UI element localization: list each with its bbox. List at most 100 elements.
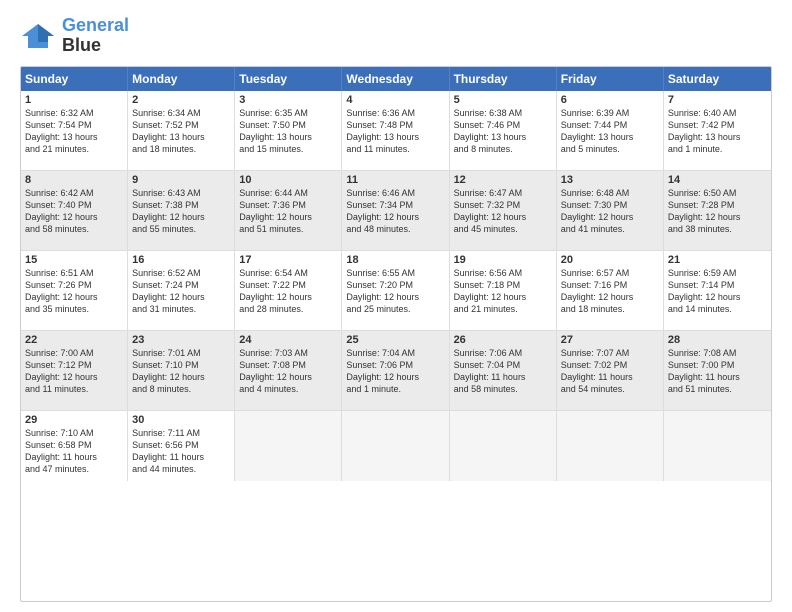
cal-cell-1-3: 3Sunrise: 6:35 AM Sunset: 7:50 PM Daylig… — [235, 91, 342, 170]
day-info: Sunrise: 6:56 AM Sunset: 7:18 PM Dayligh… — [454, 267, 552, 316]
cal-cell-5-2: 30Sunrise: 7:11 AM Sunset: 6:56 PM Dayli… — [128, 411, 235, 481]
day-info: Sunrise: 7:06 AM Sunset: 7:04 PM Dayligh… — [454, 347, 552, 396]
cal-cell-4-7: 28Sunrise: 7:08 AM Sunset: 7:00 PM Dayli… — [664, 331, 771, 410]
day-info: Sunrise: 6:47 AM Sunset: 7:32 PM Dayligh… — [454, 187, 552, 236]
cal-cell-2-4: 11Sunrise: 6:46 AM Sunset: 7:34 PM Dayli… — [342, 171, 449, 250]
cal-cell-1-7: 7Sunrise: 6:40 AM Sunset: 7:42 PM Daylig… — [664, 91, 771, 170]
cal-cell-1-4: 4Sunrise: 6:36 AM Sunset: 7:48 PM Daylig… — [342, 91, 449, 170]
calendar-row-1: 1Sunrise: 6:32 AM Sunset: 7:54 PM Daylig… — [21, 91, 771, 171]
day-info: Sunrise: 6:52 AM Sunset: 7:24 PM Dayligh… — [132, 267, 230, 316]
cal-cell-5-6 — [557, 411, 664, 481]
cal-cell-1-1: 1Sunrise: 6:32 AM Sunset: 7:54 PM Daylig… — [21, 91, 128, 170]
day-info: Sunrise: 6:54 AM Sunset: 7:22 PM Dayligh… — [239, 267, 337, 316]
day-number: 16 — [132, 254, 230, 266]
day-number: 30 — [132, 414, 230, 426]
cal-cell-3-2: 16Sunrise: 6:52 AM Sunset: 7:24 PM Dayli… — [128, 251, 235, 330]
cal-cell-2-5: 12Sunrise: 6:47 AM Sunset: 7:32 PM Dayli… — [450, 171, 557, 250]
cal-cell-5-3 — [235, 411, 342, 481]
day-number: 3 — [239, 94, 337, 106]
day-info: Sunrise: 6:51 AM Sunset: 7:26 PM Dayligh… — [25, 267, 123, 316]
day-number: 8 — [25, 174, 123, 186]
cal-cell-1-2: 2Sunrise: 6:34 AM Sunset: 7:52 PM Daylig… — [128, 91, 235, 170]
calendar-body: 1Sunrise: 6:32 AM Sunset: 7:54 PM Daylig… — [21, 91, 771, 481]
day-number: 5 — [454, 94, 552, 106]
day-info: Sunrise: 7:00 AM Sunset: 7:12 PM Dayligh… — [25, 347, 123, 396]
cal-cell-5-5 — [450, 411, 557, 481]
header-day-tuesday: Tuesday — [235, 67, 342, 91]
day-info: Sunrise: 7:04 AM Sunset: 7:06 PM Dayligh… — [346, 347, 444, 396]
day-info: Sunrise: 6:50 AM Sunset: 7:28 PM Dayligh… — [668, 187, 767, 236]
day-number: 13 — [561, 174, 659, 186]
day-number: 27 — [561, 334, 659, 346]
cal-cell-5-1: 29Sunrise: 7:10 AM Sunset: 6:58 PM Dayli… — [21, 411, 128, 481]
header-day-monday: Monday — [128, 67, 235, 91]
day-number: 15 — [25, 254, 123, 266]
day-number: 24 — [239, 334, 337, 346]
day-info: Sunrise: 6:46 AM Sunset: 7:34 PM Dayligh… — [346, 187, 444, 236]
header-day-saturday: Saturday — [664, 67, 771, 91]
day-info: Sunrise: 6:38 AM Sunset: 7:46 PM Dayligh… — [454, 107, 552, 156]
header-day-wednesday: Wednesday — [342, 67, 449, 91]
cal-cell-3-5: 19Sunrise: 6:56 AM Sunset: 7:18 PM Dayli… — [450, 251, 557, 330]
day-info: Sunrise: 6:36 AM Sunset: 7:48 PM Dayligh… — [346, 107, 444, 156]
day-info: Sunrise: 7:03 AM Sunset: 7:08 PM Dayligh… — [239, 347, 337, 396]
cal-cell-2-1: 8Sunrise: 6:42 AM Sunset: 7:40 PM Daylig… — [21, 171, 128, 250]
calendar-row-5: 29Sunrise: 7:10 AM Sunset: 6:58 PM Dayli… — [21, 411, 771, 481]
day-number: 1 — [25, 94, 123, 106]
cal-cell-2-6: 13Sunrise: 6:48 AM Sunset: 7:30 PM Dayli… — [557, 171, 664, 250]
cal-cell-4-6: 27Sunrise: 7:07 AM Sunset: 7:02 PM Dayli… — [557, 331, 664, 410]
header: General Blue — [20, 16, 772, 56]
day-info: Sunrise: 6:42 AM Sunset: 7:40 PM Dayligh… — [25, 187, 123, 236]
cal-cell-3-7: 21Sunrise: 6:59 AM Sunset: 7:14 PM Dayli… — [664, 251, 771, 330]
day-number: 9 — [132, 174, 230, 186]
day-number: 25 — [346, 334, 444, 346]
day-info: Sunrise: 7:11 AM Sunset: 6:56 PM Dayligh… — [132, 427, 230, 476]
cal-cell-4-4: 25Sunrise: 7:04 AM Sunset: 7:06 PM Dayli… — [342, 331, 449, 410]
day-number: 10 — [239, 174, 337, 186]
cal-cell-4-2: 23Sunrise: 7:01 AM Sunset: 7:10 PM Dayli… — [128, 331, 235, 410]
day-info: Sunrise: 6:57 AM Sunset: 7:16 PM Dayligh… — [561, 267, 659, 316]
day-info: Sunrise: 7:07 AM Sunset: 7:02 PM Dayligh… — [561, 347, 659, 396]
header-day-thursday: Thursday — [450, 67, 557, 91]
day-info: Sunrise: 6:55 AM Sunset: 7:20 PM Dayligh… — [346, 267, 444, 316]
cal-cell-5-4 — [342, 411, 449, 481]
day-info: Sunrise: 6:39 AM Sunset: 7:44 PM Dayligh… — [561, 107, 659, 156]
calendar-row-4: 22Sunrise: 7:00 AM Sunset: 7:12 PM Dayli… — [21, 331, 771, 411]
cal-cell-3-4: 18Sunrise: 6:55 AM Sunset: 7:20 PM Dayli… — [342, 251, 449, 330]
header-day-sunday: Sunday — [21, 67, 128, 91]
day-info: Sunrise: 7:10 AM Sunset: 6:58 PM Dayligh… — [25, 427, 123, 476]
day-number: 14 — [668, 174, 767, 186]
day-number: 22 — [25, 334, 123, 346]
page: General Blue SundayMondayTuesdayWednesda… — [0, 0, 792, 612]
day-info: Sunrise: 6:32 AM Sunset: 7:54 PM Dayligh… — [25, 107, 123, 156]
day-number: 21 — [668, 254, 767, 266]
day-number: 7 — [668, 94, 767, 106]
day-info: Sunrise: 6:40 AM Sunset: 7:42 PM Dayligh… — [668, 107, 767, 156]
day-number: 26 — [454, 334, 552, 346]
day-info: Sunrise: 7:01 AM Sunset: 7:10 PM Dayligh… — [132, 347, 230, 396]
day-info: Sunrise: 6:43 AM Sunset: 7:38 PM Dayligh… — [132, 187, 230, 236]
logo-icon — [20, 22, 56, 50]
logo: General Blue — [20, 16, 129, 56]
calendar-row-3: 15Sunrise: 6:51 AM Sunset: 7:26 PM Dayli… — [21, 251, 771, 331]
cal-cell-1-6: 6Sunrise: 6:39 AM Sunset: 7:44 PM Daylig… — [557, 91, 664, 170]
day-number: 6 — [561, 94, 659, 106]
day-number: 4 — [346, 94, 444, 106]
day-number: 19 — [454, 254, 552, 266]
day-info: Sunrise: 6:44 AM Sunset: 7:36 PM Dayligh… — [239, 187, 337, 236]
day-info: Sunrise: 6:59 AM Sunset: 7:14 PM Dayligh… — [668, 267, 767, 316]
day-info: Sunrise: 6:35 AM Sunset: 7:50 PM Dayligh… — [239, 107, 337, 156]
day-number: 29 — [25, 414, 123, 426]
calendar-header: SundayMondayTuesdayWednesdayThursdayFrid… — [21, 67, 771, 91]
cal-cell-5-7 — [664, 411, 771, 481]
cal-cell-3-3: 17Sunrise: 6:54 AM Sunset: 7:22 PM Dayli… — [235, 251, 342, 330]
calendar-row-2: 8Sunrise: 6:42 AM Sunset: 7:40 PM Daylig… — [21, 171, 771, 251]
day-info: Sunrise: 6:34 AM Sunset: 7:52 PM Dayligh… — [132, 107, 230, 156]
cal-cell-2-7: 14Sunrise: 6:50 AM Sunset: 7:28 PM Dayli… — [664, 171, 771, 250]
day-number: 23 — [132, 334, 230, 346]
day-info: Sunrise: 6:48 AM Sunset: 7:30 PM Dayligh… — [561, 187, 659, 236]
cal-cell-4-1: 22Sunrise: 7:00 AM Sunset: 7:12 PM Dayli… — [21, 331, 128, 410]
day-info: Sunrise: 7:08 AM Sunset: 7:00 PM Dayligh… — [668, 347, 767, 396]
cal-cell-1-5: 5Sunrise: 6:38 AM Sunset: 7:46 PM Daylig… — [450, 91, 557, 170]
day-number: 11 — [346, 174, 444, 186]
